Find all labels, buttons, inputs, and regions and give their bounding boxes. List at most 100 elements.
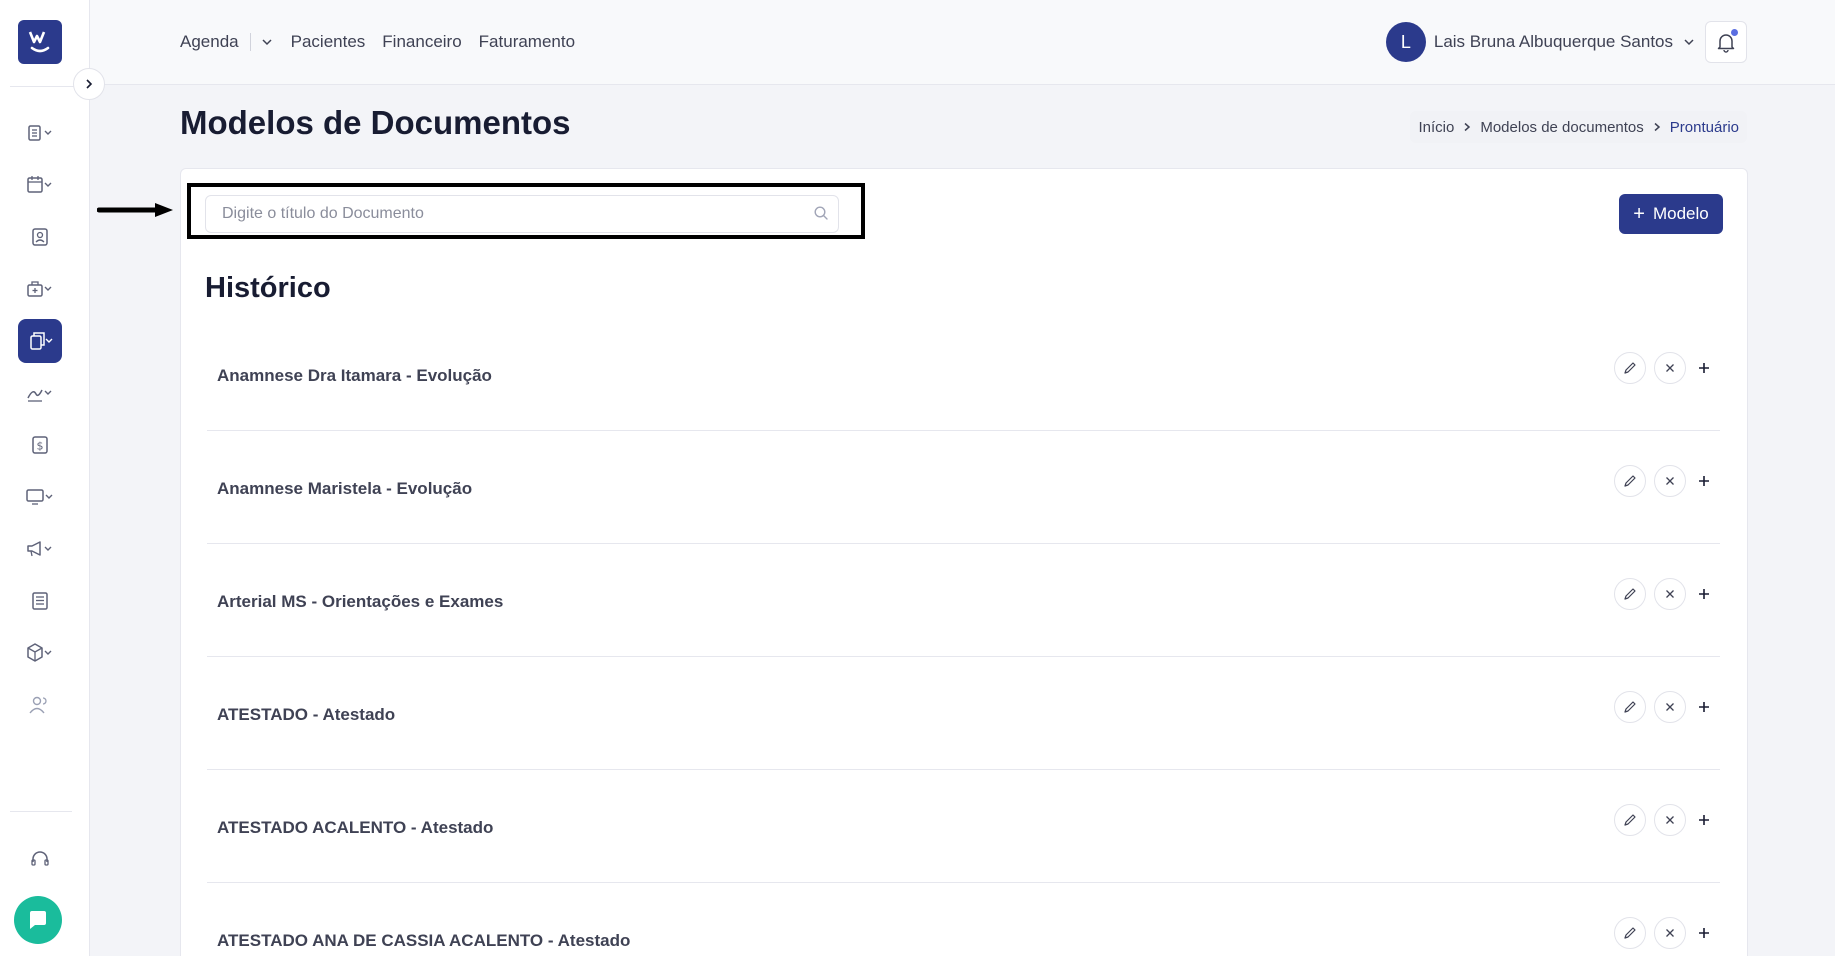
user-menu-chevron [1683,36,1695,48]
medical-bag-icon [27,281,52,297]
expand-button[interactable] [1692,917,1716,949]
list-item[interactable]: Anamnese Maristela - Evolução [207,431,1720,544]
newspaper-icon [32,592,48,610]
delete-button[interactable] [1654,465,1686,497]
sidebar-item-marketing[interactable] [18,527,62,571]
notifications-button[interactable] [1705,21,1747,63]
sidebar-item-support[interactable] [18,837,62,881]
add-model-label: Modelo [1652,204,1709,223]
search-input[interactable] [205,195,839,233]
list-item[interactable]: ATESTADO ACALENTO - Atestado [207,770,1720,883]
sidebar-item-signature[interactable] [18,371,62,415]
delete-button[interactable] [1654,804,1686,836]
top-header: Agenda Pacientes Financeiro Faturamento … [90,0,1835,85]
edit-button[interactable] [1614,804,1646,836]
document-title: ATESTADO ANA DE CASSIA ACALENTO - Atesta… [217,931,631,950]
pencil-icon [1624,475,1636,487]
list-item[interactable]: ATESTADO - Atestado [207,657,1720,770]
delete-button[interactable] [1654,578,1686,610]
document-title: Anamnese Maristela - Evolução [217,479,473,498]
sidebar-item-users[interactable] [18,683,62,727]
sidebar-toggle-button[interactable] [73,68,105,100]
sidebar-item-contacts[interactable] [18,215,62,259]
chat-button[interactable] [14,896,62,944]
document-title: Arterial MS - Orientações e Exames [217,592,504,611]
close-icon [1666,364,1674,372]
pencil-icon [1624,588,1636,600]
row-actions [1606,352,1716,384]
delete-button[interactable] [1654,917,1686,949]
add-model-button[interactable]: + Modelo [1619,194,1723,234]
nav-pacientes[interactable]: Pacientes [291,32,366,52]
pencil-icon [1624,362,1636,374]
nav-financeiro[interactable]: Financeiro [382,32,461,52]
edit-button[interactable] [1614,465,1646,497]
expand-button[interactable] [1692,804,1716,836]
delete-button[interactable] [1654,691,1686,723]
expand-button[interactable] [1692,465,1716,497]
breadcrumb: Início Modelos de documentos Prontuário [1410,111,1747,143]
breadcrumb-document-models[interactable]: Modelos de documentos [1480,119,1643,136]
sidebar-item-documents[interactable] [18,319,62,363]
list-item[interactable]: Anamnese Dra Itamara - Evolução [207,318,1720,431]
close-icon [1666,703,1674,711]
documents-icon [30,332,53,350]
sidebar-item-calendar[interactable] [18,163,62,207]
user-menu[interactable]: L Lais Bruna Albuquerque Santos [1385,22,1695,62]
chevron-down-icon [1684,39,1694,46]
close-icon [1666,590,1674,598]
expand-button[interactable] [1692,691,1716,723]
nav-agenda[interactable]: Agenda [180,32,239,52]
agenda-dropdown-toggle[interactable] [261,36,273,48]
dollar-icon: $ [32,436,48,454]
notification-dot [1731,29,1738,36]
pencil-icon [1624,814,1636,826]
sidebar: $ [0,0,90,956]
edit-button[interactable] [1614,352,1646,384]
svg-text:$: $ [37,440,44,453]
chevron-down-icon [262,39,272,46]
row-actions [1606,804,1716,836]
records-icon [28,125,52,141]
expand-button[interactable] [1692,578,1716,610]
row-actions [1606,465,1716,497]
pen-signature-icon [27,389,52,402]
app-logo[interactable] [18,20,62,64]
breadcrumb-separator-icon [1462,122,1472,132]
edit-button[interactable] [1614,578,1646,610]
sidebar-item-records[interactable] [18,111,62,155]
plus-icon [1699,476,1709,486]
user-name: Lais Bruna Albuquerque Santos [1433,32,1673,51]
top-navigation: Agenda Pacientes Financeiro Faturamento [180,32,592,52]
plus-icon [1699,815,1709,825]
sidebar-item-news[interactable] [18,579,62,623]
sidebar-item-monitor[interactable] [18,475,62,519]
sidebar-item-medical[interactable] [18,267,62,311]
edit-button[interactable] [1614,917,1646,949]
nav-faturamento[interactable]: Faturamento [479,32,575,52]
monitor-icon [26,489,53,505]
plus-icon [1699,589,1709,599]
sidebar-divider-bottom [10,811,72,812]
plus-icon [1699,702,1709,712]
delete-button[interactable] [1654,352,1686,384]
breadcrumb-home[interactable]: Início [1418,119,1454,136]
close-icon [1666,816,1674,824]
megaphone-icon [27,541,52,557]
document-title: ATESTADO ACALENTO - Atestado [217,818,494,837]
annotation-arrow-icon [97,203,173,217]
sidebar-item-finance[interactable]: $ [18,423,62,467]
edit-button[interactable] [1614,691,1646,723]
chevron-right-icon [86,79,93,89]
close-icon [1666,477,1674,485]
box-icon [27,643,52,662]
expand-button[interactable] [1692,352,1716,384]
contact-card-icon [32,228,48,246]
list-item[interactable]: Arterial MS - Orientações e Exames [207,544,1720,657]
list-item[interactable]: ATESTADO ANA DE CASSIA ACALENTO - Atesta… [207,883,1720,956]
close-icon [1666,929,1674,937]
document-title: ATESTADO - Atestado [217,705,396,724]
sidebar-item-inventory[interactable] [18,631,62,675]
document-title: Anamnese Dra Itamara - Evolução [217,366,492,385]
row-actions [1606,578,1716,610]
